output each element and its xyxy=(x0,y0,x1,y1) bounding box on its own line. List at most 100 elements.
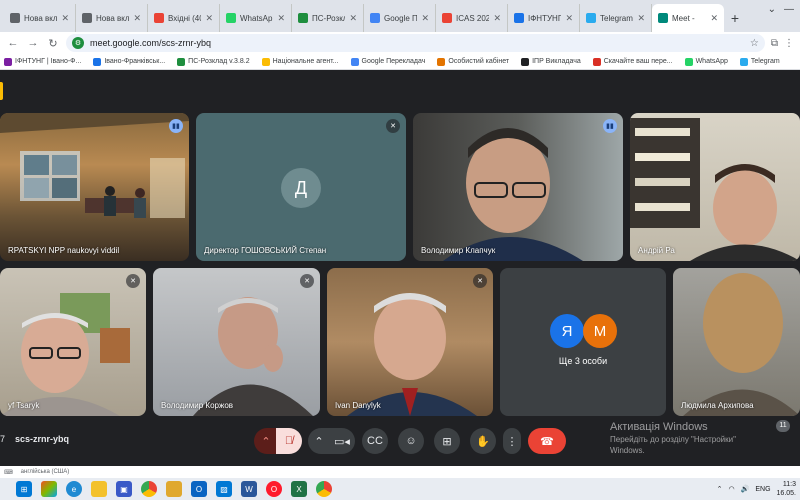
bookmark-item[interactable]: ІПР Викладача xyxy=(521,57,581,66)
participant-tile[interactable]: Людмила Архипова xyxy=(673,268,800,416)
browser-tab[interactable]: Нова вкла✕ xyxy=(4,4,76,32)
reactions-button[interactable]: ☺ xyxy=(398,428,424,454)
tab-title: Telegram xyxy=(600,13,633,23)
menu-icon[interactable]: ⋮ xyxy=(784,38,794,49)
bookmark-favicon-icon xyxy=(177,57,186,66)
participant-tile[interactable]: ✕ Ivan Danylyk xyxy=(327,268,493,416)
bookmark-item[interactable]: Національне агент... xyxy=(261,57,339,66)
volume-icon[interactable]: 🔊 xyxy=(741,485,750,493)
participant-tile[interactable]: Д ✕ Директор ГОШОВСЬКИЙ Степан xyxy=(196,113,406,261)
bookmark-favicon-icon xyxy=(4,57,12,66)
bookmark-item[interactable]: ІФНТУНГ | Івано-Ф... xyxy=(4,57,81,66)
chevron-down-icon[interactable]: ⌄ xyxy=(768,4,776,15)
site-info-icon[interactable]: ⚙ xyxy=(72,37,84,49)
chrome-icon[interactable] xyxy=(141,481,157,497)
clock[interactable]: 11:3 16.05. xyxy=(777,480,796,498)
wifi-icon[interactable]: ◠ xyxy=(729,485,735,493)
bookmark-item[interactable]: Telegram xyxy=(739,57,780,66)
doc-icon xyxy=(514,13,524,23)
copilot-icon[interactable] xyxy=(41,481,57,497)
bookmark-item[interactable]: WhatsApp xyxy=(684,57,728,66)
bookmark-label: Національне агент... xyxy=(272,58,339,65)
close-icon[interactable]: ✕ xyxy=(421,13,429,24)
captions-button[interactable]: CC xyxy=(362,428,388,454)
host-indicator xyxy=(0,82,3,100)
opera-icon[interactable]: O xyxy=(266,481,282,497)
close-icon[interactable]: ✕ xyxy=(493,13,501,24)
meet-icon xyxy=(658,13,668,23)
bookmark-favicon-icon xyxy=(592,57,601,66)
reload-icon[interactable]: ↻ xyxy=(46,37,60,50)
close-icon[interactable]: ✕ xyxy=(205,13,213,24)
windows-activation-watermark: Активація Windows Перейдіть до розділу "… xyxy=(610,420,800,456)
bookmark-item[interactable]: Особистий кабінет xyxy=(437,57,509,66)
excel-icon[interactable]: X xyxy=(291,481,307,497)
camera-toggle-button[interactable]: ▭◂ xyxy=(329,428,355,454)
globe-icon xyxy=(10,13,20,23)
system-tray: ⌃ ◠ 🔊 ENG 11:3 16.05. xyxy=(717,480,796,498)
back-icon[interactable]: ← xyxy=(6,37,20,49)
close-icon[interactable]: ✕ xyxy=(133,13,141,24)
chrome-icon[interactable] xyxy=(316,481,332,497)
extensions-icon[interactable]: ⧉ xyxy=(771,38,778,49)
bookmark-item[interactable]: ПС-Розклад v.3.8.2 xyxy=(177,57,250,66)
browser-tab[interactable]: Вхідні (40) ✕ xyxy=(148,4,220,32)
participant-tile[interactable]: ▮▮ Володимир Клапчук xyxy=(413,113,623,261)
photos-icon[interactable]: ▨ xyxy=(216,481,232,497)
start-icon[interactable]: ⊞ xyxy=(16,481,32,497)
bookmark-item[interactable]: Івано-Франківськ... xyxy=(93,57,165,66)
participant-name: Директор ГОШОВСЬКИЙ Степан xyxy=(204,246,327,255)
explorer-icon[interactable] xyxy=(166,481,182,497)
audio-options-button[interactable]: ⌃ xyxy=(254,428,278,454)
participant-name: Володимир Клапчук xyxy=(421,246,496,255)
close-icon[interactable]: ✕ xyxy=(61,13,69,24)
store-icon[interactable]: ▣ xyxy=(116,481,132,497)
participant-video xyxy=(443,128,583,261)
participant-tile[interactable]: ✕ yf Tsaryk xyxy=(0,268,146,416)
bookmark-item[interactable]: Скачайте ваш пере... xyxy=(592,57,673,66)
browser-tab[interactable]: Meet - ✕ xyxy=(652,4,724,32)
browser-tab[interactable]: ПС-Розкл ✕ xyxy=(292,4,364,32)
minimize-icon[interactable]: — xyxy=(784,4,794,15)
video-options-button[interactable]: ⌃ xyxy=(308,428,330,454)
present-button[interactable]: ⊞ xyxy=(434,428,460,454)
browser-tab-strip: Нова вкла✕Нова вкла✕Вхідні (40)✕WhatsApp… xyxy=(0,0,800,32)
browser-tab[interactable]: Нова вкла✕ xyxy=(76,4,148,32)
language-indicator[interactable]: ENG xyxy=(755,486,770,493)
bookmark-item[interactable]: Google Перекладач xyxy=(350,57,425,66)
forward-icon[interactable]: → xyxy=(26,37,40,49)
more-options-button[interactable]: ⋮ xyxy=(503,428,521,454)
url-text[interactable]: meet.google.com/scs-zrnr-ybq xyxy=(90,38,744,48)
close-icon[interactable]: ✕ xyxy=(565,13,573,24)
new-tab-button[interactable]: + xyxy=(724,4,746,32)
mic-muted-icon: ✕ xyxy=(386,119,400,133)
outlook-icon[interactable]: O xyxy=(191,481,207,497)
participant-tile[interactable]: ✕ Володимир Коржов xyxy=(153,268,320,416)
speaking-indicator-icon: ▮▮ xyxy=(603,119,617,133)
close-icon[interactable]: ✕ xyxy=(349,13,357,24)
browser-tab[interactable]: ICAS 2025 ✕ xyxy=(436,4,508,32)
participant-tile[interactable]: ▮▮ RPATSKYI NPP naukovyi viddil xyxy=(0,113,189,261)
browser-tab[interactable]: ІФНТУНГ -✕ xyxy=(508,4,580,32)
status-strip: ⌨ англійська (США) xyxy=(0,466,800,478)
close-icon[interactable]: ✕ xyxy=(637,13,645,24)
address-bar[interactable]: ⚙ meet.google.com/scs-zrnr-ybq ☆ xyxy=(66,34,765,52)
browser-tab[interactable]: WhatsApp ✕ xyxy=(220,4,292,32)
participant-video xyxy=(193,297,313,416)
raise-hand-button[interactable]: ✋ xyxy=(470,428,496,454)
browser-tab[interactable]: Google Пе✕ xyxy=(364,4,436,32)
browser-tab[interactable]: Telegram ✕ xyxy=(580,4,652,32)
chevron-up-icon[interactable]: ⌃ xyxy=(717,485,723,493)
bookmark-favicon-icon xyxy=(684,57,693,66)
edge-icon[interactable]: e xyxy=(66,481,82,497)
participant-tile[interactable]: Андрій Ра xyxy=(630,113,800,261)
participant-tile-others[interactable]: Я М Ще 3 особи xyxy=(500,268,666,416)
word-icon[interactable]: W xyxy=(241,481,257,497)
mic-toggle-button[interactable]: 🎙̸ xyxy=(276,428,302,454)
bookmark-favicon-icon xyxy=(261,57,270,66)
close-icon[interactable]: ✕ xyxy=(710,13,718,24)
leave-call-button[interactable]: ☎ xyxy=(528,428,566,454)
file-explorer-icon[interactable] xyxy=(91,481,107,497)
bookmark-star-icon[interactable]: ☆ xyxy=(750,38,759,49)
close-icon[interactable]: ✕ xyxy=(277,13,285,24)
